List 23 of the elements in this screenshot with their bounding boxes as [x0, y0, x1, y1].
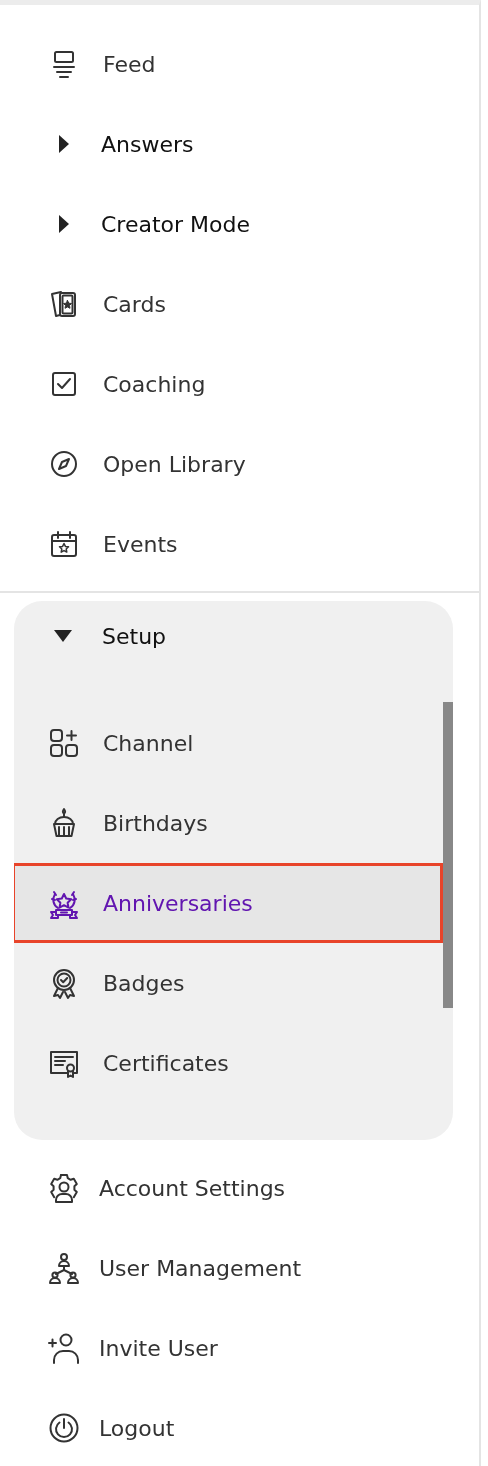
- menu-item[interactable]: Feed: [103, 51, 156, 77]
- menu-item[interactable]: Invite User: [99, 1335, 218, 1361]
- menu-item[interactable]: Account Settings: [99, 1175, 286, 1201]
- menu-item[interactable]: Answers: [101, 131, 194, 157]
- channel-icon: [47, 726, 81, 760]
- add-user-icon: [47, 1331, 81, 1365]
- menu-item[interactable]: Coaching: [103, 371, 206, 397]
- menu-item[interactable]: Setup: [102, 623, 167, 649]
- submenu-item[interactable]: Anniversaries: [14, 863, 443, 943]
- menu-item[interactable]: Cards: [103, 291, 166, 317]
- menu-item[interactable]: User Management: [99, 1255, 302, 1281]
- account-settings-icon: [47, 1171, 81, 1205]
- submenu-item[interactable]: Channel: [14, 703, 443, 783]
- power-icon: [47, 1411, 81, 1445]
- user-hierarchy-icon: [47, 1251, 81, 1285]
- menu-item[interactable]: Events: [103, 531, 178, 557]
- submenu-item[interactable]: Certificates: [14, 1023, 443, 1103]
- menu-item[interactable]: Creator Mode: [101, 211, 250, 237]
- menu-item[interactable]: Open Library: [103, 451, 246, 477]
- menu-item[interactable]: Logout: [99, 1415, 175, 1441]
- submenu-item[interactable]: Birthdays: [14, 783, 443, 863]
- scrollbar[interactable]: [443, 702, 453, 1008]
- submenu-item[interactable]: Badges: [14, 943, 443, 1023]
